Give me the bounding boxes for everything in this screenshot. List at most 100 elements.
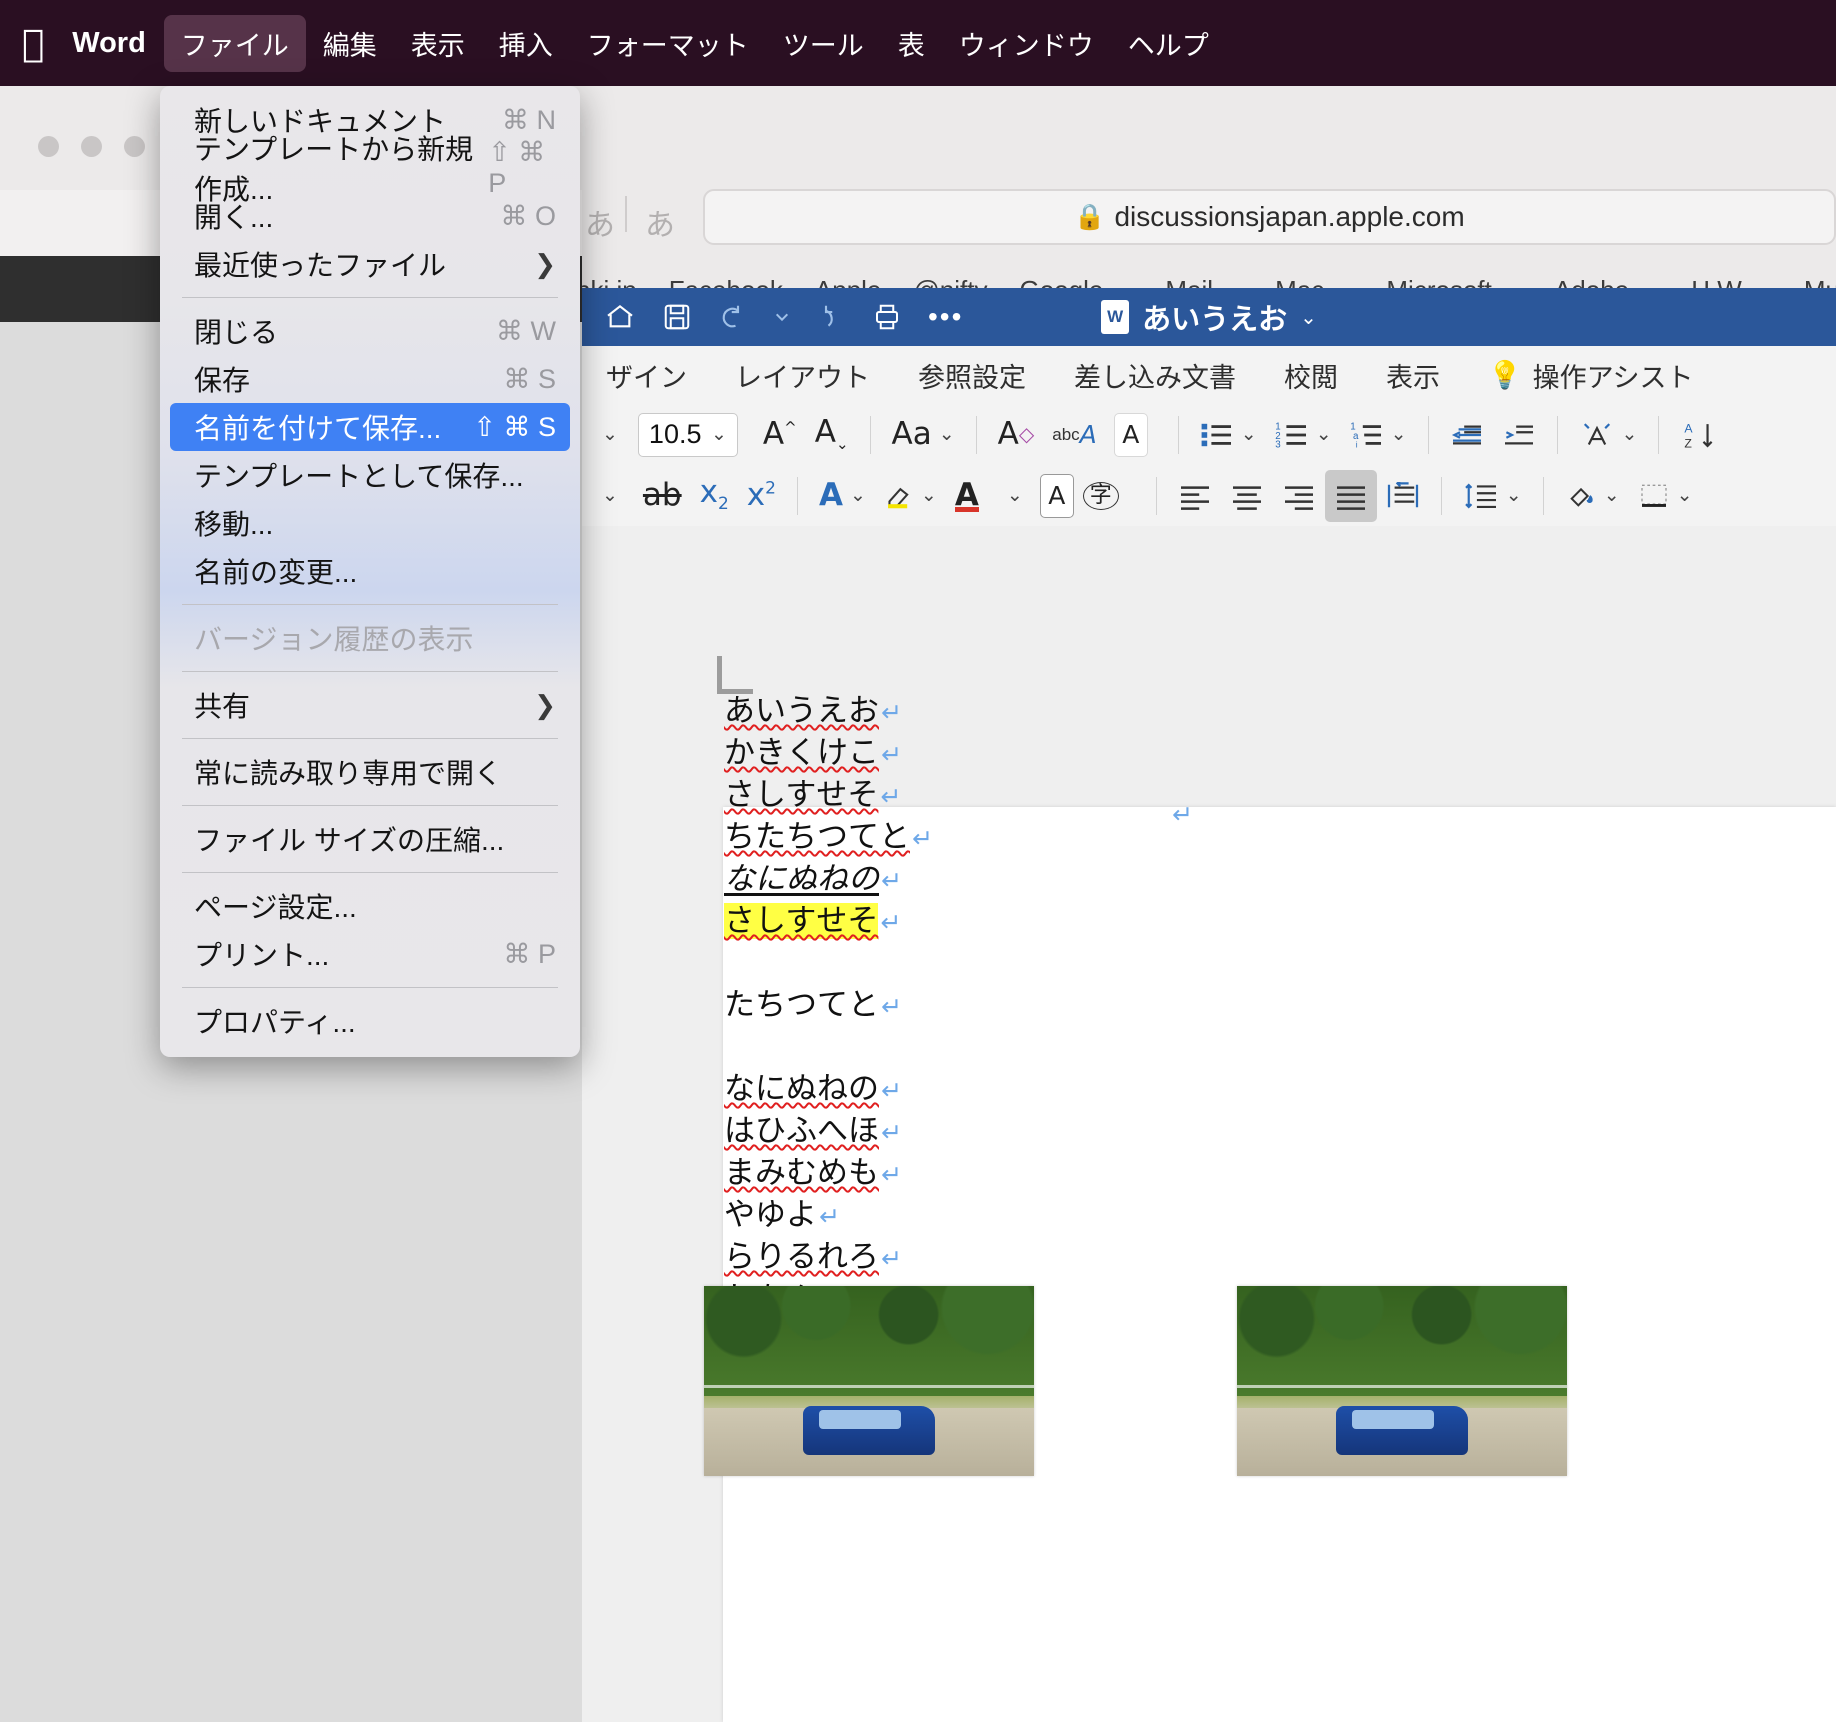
rally-car-photo-1[interactable] <box>704 1286 1034 1476</box>
more-icon[interactable]: ••• <box>928 303 963 331</box>
file-menu-item-9[interactable]: 名前の変更... <box>170 547 570 595</box>
file-menu-item-3[interactable]: 最近使ったファイル❯ <box>170 240 570 288</box>
document-line-12[interactable]: やゆよ↵ <box>724 1200 933 1231</box>
document-line-1[interactable]: かきくけこ↵ <box>724 738 933 769</box>
phonetic-guide-icon[interactable]: 字 <box>1074 470 1128 522</box>
window-traffic-lights[interactable] <box>38 136 145 157</box>
multilevel-list-icon[interactable]: 1ai⌄ <box>1341 409 1416 461</box>
highlight-icon[interactable]: ⌄ <box>875 470 946 522</box>
menubar-item-3[interactable]: 挿入 <box>482 15 570 72</box>
shrink-font-icon[interactable]: A⌄ <box>806 409 858 461</box>
ribbon-tab-4[interactable]: 校閲 <box>1260 356 1362 395</box>
save-icon[interactable] <box>662 302 692 332</box>
underline-color-icon[interactable]: A⌄ <box>946 470 1032 522</box>
font-size-dropdown-icon[interactable]: ⌄ <box>711 423 727 446</box>
home-icon[interactable] <box>604 301 636 333</box>
align-left-icon[interactable] <box>1169 470 1221 522</box>
print-icon[interactable] <box>872 302 902 332</box>
font-color-icon[interactable]: A⌄ <box>810 470 875 522</box>
file-menu-item-6[interactable]: 名前を付けて保存...⇧ ⌘ S <box>170 403 570 451</box>
file-menu-item-15[interactable]: プリント...⌘ P <box>170 930 570 978</box>
character-border-icon[interactable]: A <box>1040 474 1074 518</box>
align-center-icon[interactable] <box>1221 470 1273 522</box>
menubar-item-8[interactable]: ヘルプ <box>1111 15 1226 72</box>
spelling-icon[interactable]: abcA <box>1043 409 1106 461</box>
sort-az-icon[interactable]: AZ <box>1671 409 1725 461</box>
zoom-window-button[interactable] <box>124 136 145 157</box>
quick-access-toolbar[interactable]: ••• <box>582 301 963 333</box>
file-menu-item-shortcut: ⌘ P <box>503 939 556 970</box>
menubar-item-6[interactable]: 表 <box>881 15 942 72</box>
document-line-8[interactable] <box>724 1032 933 1063</box>
bullet-list-icon[interactable]: ⌄ <box>1191 409 1266 461</box>
file-menu-item-4[interactable]: 閉じる⌘ W <box>170 307 570 355</box>
document-line-5[interactable]: さしすせそ↵ <box>724 906 933 937</box>
file-menu-item-1[interactable]: テンプレートから新規作成...⇧ ⌘ P <box>170 144 570 192</box>
ribbon-tab-bar[interactable]: ザインレイアウト参照設定差し込み文書校閲表示💡操作アシスト <box>582 346 1836 404</box>
justify-icon[interactable] <box>1325 470 1377 522</box>
close-window-button[interactable] <box>38 136 59 157</box>
text-effects-icon[interactable]: A <box>1114 413 1148 457</box>
menubar-item-2[interactable]: 表示 <box>394 15 482 72</box>
font-style-dropdown-icon[interactable]: ⌄ <box>602 470 618 522</box>
file-menu-dropdown[interactable]: 新しいドキュメント⌘ Nテンプレートから新規作成...⇧ ⌘ P開く...⌘ O… <box>160 86 580 1057</box>
rally-car-photo-2[interactable] <box>1237 1286 1567 1476</box>
mac-menu-bar[interactable]:  Word ファイル編集表示挿入フォーマットツール表ウィンドウヘルプ <box>0 0 1836 86</box>
document-line-2[interactable]: さしすせそ↵ <box>724 780 933 811</box>
superscript-icon[interactable]: x2 <box>738 470 785 522</box>
numbered-list-icon[interactable]: 123⌄ <box>1266 409 1341 461</box>
document-line-10[interactable]: はひふへほ↵ <box>724 1116 933 1147</box>
menubar-item-7[interactable]: ウィンドウ <box>942 15 1111 72</box>
menubar-item-1[interactable]: 編集 <box>306 15 394 72</box>
apple-logo-icon[interactable]:  <box>22 25 44 62</box>
align-right-icon[interactable] <box>1273 470 1325 522</box>
line-spacing-icon[interactable]: ⌄ <box>1454 470 1531 522</box>
file-menu-item-13[interactable]: ファイル サイズの圧縮... <box>170 815 570 863</box>
chevron-down-icon[interactable]: ⌄ <box>1300 305 1317 330</box>
shading-icon[interactable]: ⌄ <box>1556 470 1629 522</box>
ribbon-tab-5[interactable]: 表示 <box>1362 356 1464 395</box>
font-size-input[interactable]: 10.5 ⌄ <box>638 413 738 457</box>
distributed-icon[interactable] <box>1377 470 1429 522</box>
ribbon-tab-1[interactable]: レイアウト <box>711 356 894 395</box>
font-name-dropdown-icon[interactable]: ⌄ <box>602 409 618 461</box>
file-menu-item-7[interactable]: テンプレートとして保存... <box>170 451 570 499</box>
document-line-9[interactable]: なにぬねの↵ <box>724 1074 933 1105</box>
file-menu-item-12[interactable]: 常に読み取り専用で開く <box>170 748 570 796</box>
file-menu-item-14[interactable]: ページ設定... <box>170 882 570 930</box>
ribbon-tab-3[interactable]: 差し込み文書 <box>1050 356 1260 395</box>
change-case-icon[interactable]: Aa⌄ <box>883 409 964 461</box>
file-menu-item-8[interactable]: 移動... <box>170 499 570 547</box>
clear-formatting-icon[interactable]: A◇ <box>989 409 1044 461</box>
document-canvas[interactable]: あいうえお↵ かきくけこ↵ さしすせそ↵ ちたちつてと↵ なにぬねの↵ さしすせそ↵ たちつ… <box>582 526 1836 1722</box>
ribbon-tab-2[interactable]: 参照設定 <box>894 356 1050 395</box>
undo-dropdown-icon[interactable] <box>774 309 790 325</box>
document-line-6[interactable] <box>724 948 933 979</box>
increase-indent-icon[interactable] <box>1493 409 1545 461</box>
strikethrough-icon[interactable]: ab <box>634 470 691 522</box>
undo-icon[interactable] <box>718 302 748 332</box>
minimize-window-button[interactable] <box>81 136 102 157</box>
document-line-11[interactable]: まみむめも↵ <box>724 1158 933 1189</box>
document-line-7[interactable]: たちつてと↵ <box>724 990 933 1021</box>
document-line-0[interactable]: あいうえお↵ <box>724 696 933 727</box>
decrease-indent-icon[interactable] <box>1441 409 1493 461</box>
file-menu-item-16[interactable]: プロパティ... <box>170 997 570 1045</box>
ribbon-tab-0[interactable]: ザイン <box>582 356 711 395</box>
grow-font-icon[interactable]: A^ <box>754 409 806 461</box>
document-line-4[interactable]: なにぬねの↵ <box>724 864 933 895</box>
menubar-item-4[interactable]: フォーマット <box>570 15 766 72</box>
borders-icon[interactable]: ⌄ <box>1629 470 1702 522</box>
file-menu-item-11[interactable]: 共有❯ <box>170 681 570 729</box>
address-bar[interactable]: 🔒 discussionsjapan.apple.com <box>703 189 1836 245</box>
menubar-item-0[interactable]: ファイル <box>164 15 306 72</box>
text-direction-icon[interactable]: ⌄ <box>1570 409 1647 461</box>
subscript-icon[interactable]: x2 <box>691 470 738 522</box>
redo-icon[interactable] <box>816 302 846 332</box>
menubar-item-5[interactable]: ツール <box>766 15 881 72</box>
ribbon-tab-assist[interactable]: 💡操作アシスト <box>1464 356 1718 395</box>
document-line-3[interactable]: ちたちつてと↵ <box>724 822 933 853</box>
document-line-13[interactable]: らりるれろ↵ <box>724 1242 933 1273</box>
document-line-text: はひふへほ <box>724 1113 879 1149</box>
file-menu-item-5[interactable]: 保存⌘ S <box>170 355 570 403</box>
